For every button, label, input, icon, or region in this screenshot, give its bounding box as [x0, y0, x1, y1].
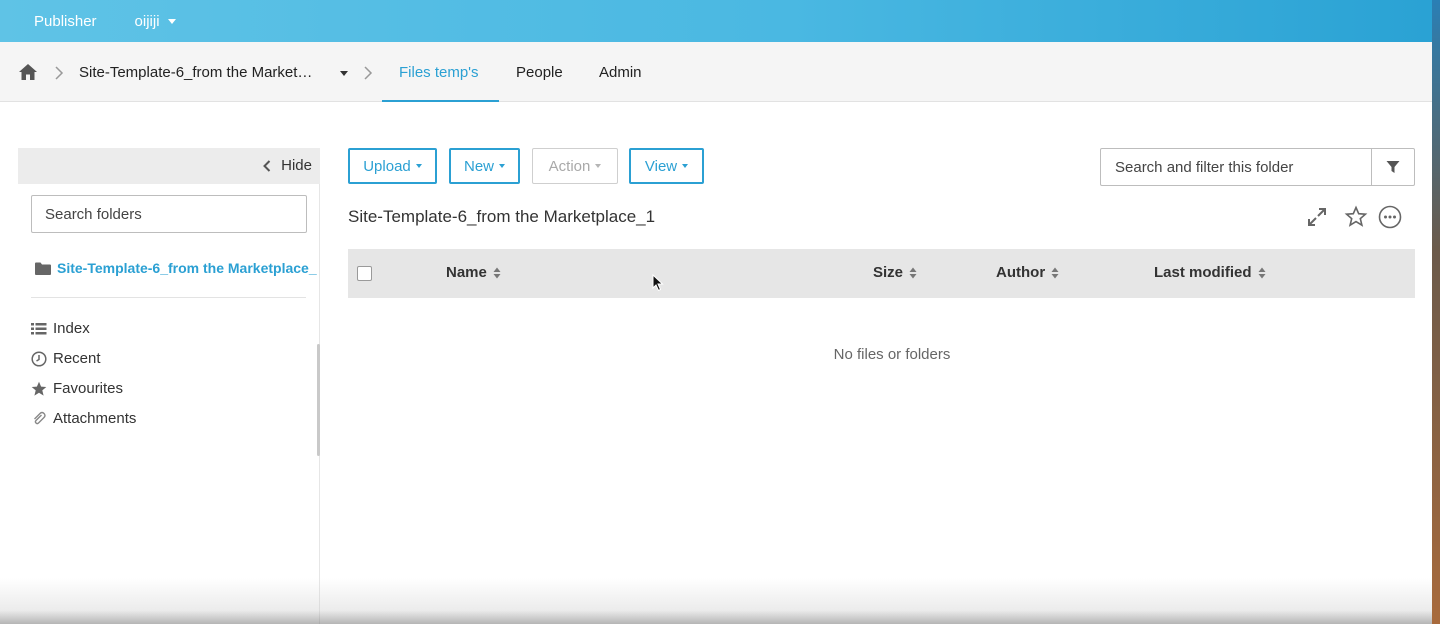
column-size[interactable]: Size	[873, 264, 917, 281]
select-all-checkbox[interactable]	[357, 266, 372, 281]
view-button[interactable]: View	[629, 148, 704, 184]
folder-icon	[35, 262, 51, 275]
home-icon[interactable]	[18, 63, 38, 81]
upload-label: Upload	[363, 157, 411, 175]
caret-down-icon	[499, 164, 505, 168]
column-author[interactable]: Author	[996, 264, 1059, 281]
file-table-header: Name Size Author Last modified	[348, 249, 1415, 298]
sidebar-item-index[interactable]: Index	[31, 320, 90, 337]
sort-icon	[1051, 267, 1059, 278]
sidebar-item-label: Favourites	[53, 380, 124, 397]
column-label: Author	[996, 264, 1046, 281]
active-tab-indicator	[382, 100, 499, 102]
folder-sidebar: Hide Site-Template-6_from the Marketplac…	[18, 148, 320, 624]
sidebar-item-attachments[interactable]: Attachments	[31, 410, 136, 427]
filter-icon[interactable]	[1386, 160, 1400, 174]
fullscreen-icon[interactable]	[1305, 205, 1329, 229]
new-button[interactable]: New	[449, 148, 520, 184]
tab-admin[interactable]: Admin	[599, 64, 642, 81]
empty-state-message: No files or folders	[833, 346, 951, 363]
chevron-right-icon	[55, 66, 64, 80]
caret-down-icon	[682, 164, 689, 168]
sidebar-divider	[31, 297, 306, 298]
column-label: Size	[873, 264, 904, 281]
breadcrumb-bar: Site-Template-6_from the Market… Files t…	[0, 42, 1432, 102]
caret-down-icon	[167, 18, 176, 24]
user-name: oijiji	[134, 12, 160, 30]
caret-down-icon	[595, 164, 602, 168]
action-button[interactable]: Action	[532, 148, 618, 184]
column-label: Name	[446, 264, 487, 281]
sidebar-item-favourites[interactable]: Favourites	[31, 380, 123, 397]
search-folders-input[interactable]	[31, 195, 307, 233]
top-app-bar: Publisher oijiji	[0, 0, 1432, 42]
tree-item-root[interactable]: Site-Template-6_from the Marketplace_	[35, 260, 319, 276]
column-last-modified[interactable]: Last modified	[1154, 264, 1266, 281]
folder-title: Site-Template-6_from the Marketplace_1	[348, 207, 656, 226]
bottom-shadow	[0, 578, 1432, 624]
sidebar-header: Hide	[18, 148, 320, 184]
folder-search-box	[1100, 148, 1415, 186]
star-icon	[31, 381, 47, 396]
search-divider	[1371, 149, 1372, 185]
clock-icon	[31, 350, 47, 367]
star-outline-icon[interactable]	[1344, 205, 1368, 229]
tree-item-label: Site-Template-6_from the Marketplace_	[57, 260, 317, 276]
sidebar-item-recent[interactable]: Recent	[31, 350, 101, 367]
tab-files[interactable]: Files temp's	[399, 64, 479, 81]
breadcrumb-site[interactable]: Site-Template-6_from the Market…	[79, 64, 312, 81]
upload-button[interactable]: Upload	[348, 148, 437, 184]
tab-people[interactable]: People	[516, 64, 563, 81]
list-icon	[31, 322, 47, 334]
sort-icon	[1258, 267, 1266, 278]
app-name-link[interactable]: Publisher	[34, 13, 97, 30]
user-menu[interactable]: oijiji	[135, 13, 176, 30]
column-name[interactable]: Name	[446, 264, 501, 281]
search-filter-input[interactable]	[1101, 149, 1371, 185]
chevron-left-icon	[263, 159, 271, 172]
view-label: View	[644, 157, 678, 175]
sort-icon	[493, 267, 501, 278]
sidebar-item-label: Index	[53, 320, 90, 337]
paperclip-icon	[34, 411, 46, 424]
hide-sidebar-button[interactable]: Hide	[263, 157, 312, 174]
sort-icon	[909, 267, 917, 278]
column-label: Last modified	[1154, 264, 1252, 281]
sidebar-scrollbar[interactable]	[317, 344, 320, 456]
sidebar-item-label: Attachments	[53, 410, 137, 427]
chevron-right-icon	[364, 66, 373, 80]
mouse-cursor-icon	[652, 274, 664, 292]
hide-label: Hide	[281, 157, 312, 174]
window-edge	[1432, 0, 1440, 624]
sidebar-item-label: Recent	[53, 350, 101, 367]
more-options-icon[interactable]	[1378, 205, 1402, 229]
new-label: New	[463, 157, 494, 175]
site-dropdown-icon[interactable]	[340, 71, 348, 76]
action-label: Action	[548, 157, 591, 175]
caret-down-icon	[415, 164, 422, 168]
